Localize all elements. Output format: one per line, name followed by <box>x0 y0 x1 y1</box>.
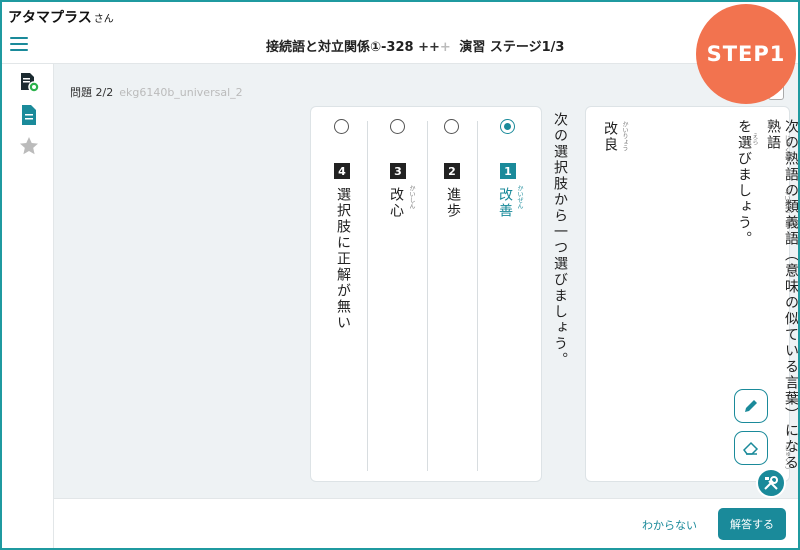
choice-4[interactable]: 4 選択肢に正解が無い <box>311 107 367 481</box>
choice-text: 改心 <box>388 187 404 219</box>
top-bar: アタマプラス さん 接続語と対立関係①-328 +++ 演習 ステージ1/3 <box>2 2 798 64</box>
plus-mark-dim: + <box>439 40 451 55</box>
ruby-text: かいりょう <box>621 121 628 151</box>
choice-number: 1 <box>500 163 516 179</box>
wrench-screwdriver-icon <box>764 476 778 490</box>
question-card: 次の熟語の類義語（意味の似ている言葉）になる熟語 じゅくご るいぎご じゅくご … <box>585 106 798 482</box>
star-icon[interactable] <box>19 136 39 158</box>
radio-choice-2[interactable] <box>444 119 459 134</box>
choice-number: 3 <box>390 163 406 179</box>
choice-text: 改善 <box>497 187 513 219</box>
textbook-check-icon[interactable] <box>19 72 40 94</box>
stage-label: 演習 ステージ1/3 <box>459 40 565 55</box>
choice-ruby: かいしん <box>408 185 415 209</box>
instruction-text: 次の選択肢から一つ選びましょう。 <box>552 112 568 368</box>
choice-text: 進歩 <box>445 187 461 219</box>
page-title: 接続語と対立関係①-328 +++ 演習 ステージ1/3 <box>266 36 564 55</box>
tools-fab-button[interactable] <box>756 468 786 498</box>
eraser-icon <box>743 441 759 455</box>
lesson-title: 接続語と対立関係①-328 <box>266 40 414 55</box>
main-content: 問題 2/2 ekg6140b_universal_2 4 選択肢に正解が無い 3… <box>54 64 798 498</box>
problem-label: 問題 2/2 ekg6140b_universal_2 <box>70 84 243 100</box>
choice-1[interactable]: 1 改善 かいぜん <box>477 107 543 481</box>
choice-2[interactable]: 2 進歩 <box>427 107 477 481</box>
plus-mark: + <box>428 40 440 55</box>
brand-suffix: さん <box>93 14 114 25</box>
ruby-text: じゅくご <box>783 135 790 159</box>
choice-3[interactable]: 3 改心 かいしん <box>367 107 427 481</box>
problem-id: ekg6140b_universal_2 <box>119 86 243 99</box>
choice-text: 選択肢に正解が無い <box>335 187 351 331</box>
pencil-icon <box>745 400 757 412</box>
document-icon[interactable] <box>19 104 39 126</box>
submit-answer-button[interactable]: 解答する <box>718 508 786 540</box>
dont-know-button[interactable]: わからない <box>642 517 697 533</box>
app-window: アタマプラス さん 接続語と対立関係①-328 +++ 演習 ステージ1/3 ST… <box>2 2 798 548</box>
problem-number: 問題 2/2 <box>70 86 114 99</box>
brand-logo: アタマプラス さん <box>8 7 114 27</box>
ruby-text: えら <box>751 133 758 145</box>
ruby-text: るいぎご <box>783 189 790 213</box>
bottom-bar: わからない 解答する <box>54 498 798 548</box>
radio-choice-1-selected[interactable] <box>500 119 515 134</box>
step-badge: STEP1 <box>696 4 796 104</box>
brand-name: アタマプラス <box>8 10 92 26</box>
question-text: 次の熟語の類義語（意味の似ている言葉）になる熟語 <box>765 119 798 471</box>
radio-choice-4[interactable] <box>334 119 349 134</box>
ruby-text: じゅくご <box>783 445 790 469</box>
radio-choice-3[interactable] <box>390 119 405 134</box>
plus-mark: + <box>418 40 429 55</box>
choice-ruby: かいぜん <box>516 185 523 209</box>
eraser-tool-button[interactable] <box>734 431 768 465</box>
choice-number: 2 <box>444 163 460 179</box>
target-word: 改良 <box>602 121 618 153</box>
hamburger-menu-icon[interactable] <box>10 37 28 51</box>
choice-number: 4 <box>334 163 350 179</box>
choices-card: 4 選択肢に正解が無い 3 改心 かいしん 2 進歩 1 改善 かいぜん <box>310 106 542 482</box>
pen-tool-button[interactable] <box>734 389 768 423</box>
sidebar <box>2 64 54 548</box>
